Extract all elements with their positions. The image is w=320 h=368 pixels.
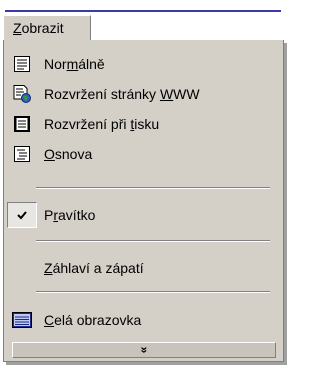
menu-item-label: Záhlaví a zápatí [44,260,144,276]
menu-bar: Zobrazit [0,0,291,41]
menu-item-label: Celá obrazovka [44,312,142,328]
menu-separator [36,291,270,293]
menu-item-label: Pravítko [44,207,96,223]
print-layout-icon [14,116,30,132]
expand-menu-button[interactable]: » [12,342,276,358]
menu-bar-edge [5,10,281,12]
menu-item-full-screen[interactable]: Celá obrazovka [4,305,283,335]
outline-view-icon [14,146,30,162]
checkmark-box [7,202,37,228]
menu-item-normal[interactable]: Normálně [4,49,283,79]
menu-item-header-footer[interactable]: Záhlaví a zápatí [4,253,283,283]
expand-chevron-icon: » [137,346,151,354]
full-screen-icon [12,312,32,328]
menu-zobrazit[interactable]: Zobrazit [3,15,91,41]
web-layout-icon [13,85,31,103]
menu-item-label: Osnova [44,146,93,162]
menu-item-label: Normálně [44,56,105,72]
menu-item-ruler[interactable]: Pravítko [4,200,283,230]
menu-separator [36,240,270,242]
view-dropdown-menu: Normálně Rozvržení stránky WWW Rozvržení… [3,40,284,362]
menu-item-outline[interactable]: Osnova [4,139,283,169]
menu-item-print-layout[interactable]: Rozvržení při tisku [4,109,283,139]
checkmark-icon [17,211,27,220]
menu-item-label: Rozvržení při tisku [44,116,160,132]
menu-separator [36,187,270,189]
menu-item-web-layout[interactable]: Rozvržení stránky WWW [4,79,283,109]
menu-item-label: Rozvržení stránky WWW [44,86,200,102]
normal-view-icon [14,56,30,72]
